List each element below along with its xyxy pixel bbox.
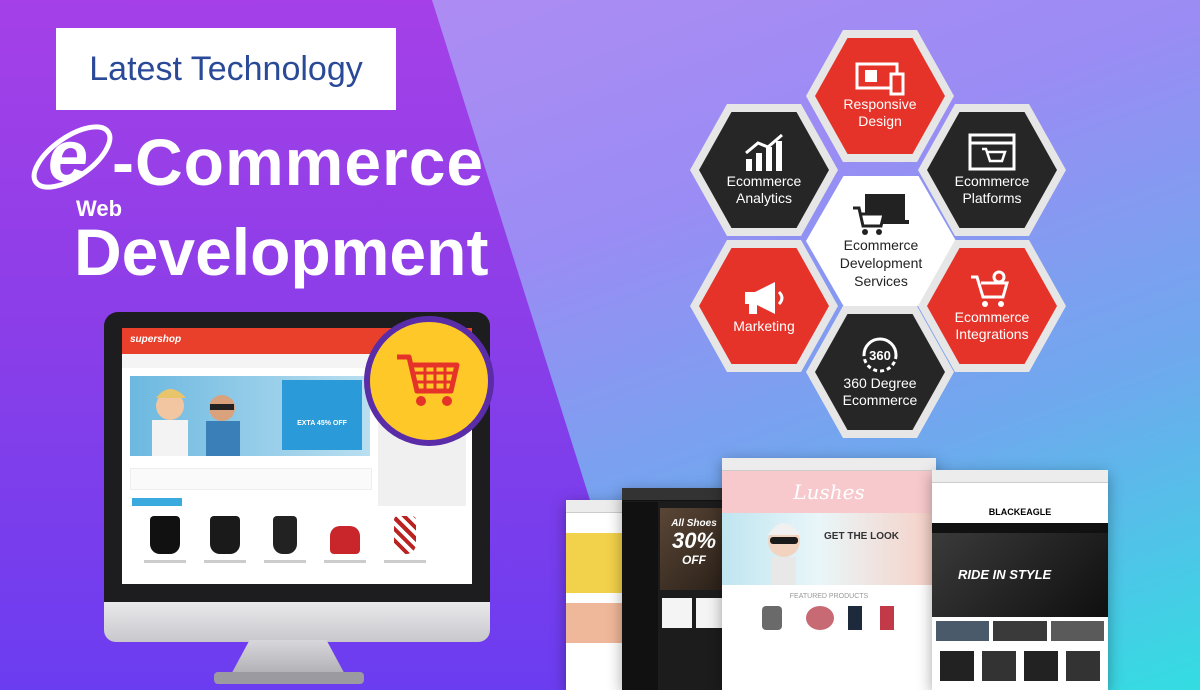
product-card[interactable]	[380, 512, 430, 572]
website-screenshot-shoes: All Shoes 30% OFF	[622, 488, 728, 690]
website-screenshot-blackeagle: BLACKEAGLE RIDE IN STYLE	[932, 470, 1108, 690]
badge-text: Latest Technology	[89, 49, 363, 88]
hex-360-degree-ecommerce: 360 360 Degree Ecommerce	[806, 306, 954, 438]
model-image	[768, 523, 800, 585]
lushes-section: FEATURED PRODUCTS	[789, 593, 869, 600]
hex-label: Ecommerce Integrations	[954, 309, 1030, 342]
site-promo-text: EXTA 45% OFF	[297, 420, 347, 427]
e-logo-icon: e	[31, 117, 113, 197]
megaphone-icon	[745, 281, 784, 314]
lushes-tagline: GET THE LOOK	[824, 531, 899, 542]
blackeagle-brand: BLACKEAGLE	[932, 483, 1108, 523]
blackeagle-hero: RIDE IN STYLE	[932, 533, 1108, 617]
laptop-cart-icon	[853, 194, 909, 235]
product-card[interactable]	[260, 512, 310, 572]
svg-text:e: e	[48, 117, 88, 197]
product-card[interactable]	[140, 512, 190, 572]
headline-development: Development	[74, 215, 489, 289]
latest-technology-badge: Latest Technology	[56, 28, 396, 110]
cart-gear-icon	[971, 270, 1009, 307]
hex-label: Responsive Design	[843, 96, 917, 129]
site-category-tab[interactable]	[132, 498, 182, 506]
icon-360-text: 360	[869, 348, 891, 363]
promo-line3: OFF	[682, 553, 706, 567]
lushes-brand: Lushes	[722, 471, 936, 513]
hex-label: Ecommerce Platforms	[954, 173, 1030, 206]
monitor-chin	[104, 602, 490, 642]
site-brand: supershop	[130, 334, 182, 345]
lushes-hero: GET THE LOOK	[722, 513, 936, 585]
analytics-chart-icon	[745, 133, 783, 171]
shoes-promo-banner: All Shoes 30% OFF	[660, 508, 728, 590]
hex-ecommerce-analytics: Ecommerce Analytics	[690, 104, 838, 236]
people-image	[152, 389, 240, 456]
site-features-row	[130, 468, 372, 490]
site-promo-box: EXTA 45% OFF	[282, 380, 362, 450]
responsive-devices-icon	[855, 62, 905, 96]
hex-label: Marketing	[733, 317, 795, 334]
website-screenshot-lushes: Lushes GET THE LOOK FEATURED PRODUCTS	[722, 458, 936, 690]
promo-line2: 30%	[671, 528, 717, 553]
hex-label: 360 Degree Ecommerce	[842, 375, 918, 408]
rotate-360-icon: 360	[862, 337, 898, 373]
monitor-base	[214, 672, 364, 684]
product-card[interactable]	[320, 512, 370, 572]
hex-label: Ecommerce Analytics	[726, 173, 802, 206]
product-card[interactable]	[200, 512, 250, 572]
shopping-cart-icon	[397, 354, 460, 406]
headline-commerce: -Commerce	[112, 125, 485, 199]
website-screenshot-far-left	[566, 500, 626, 690]
browser-cart-icon	[968, 133, 1016, 171]
shopping-cart-badge	[364, 316, 494, 446]
